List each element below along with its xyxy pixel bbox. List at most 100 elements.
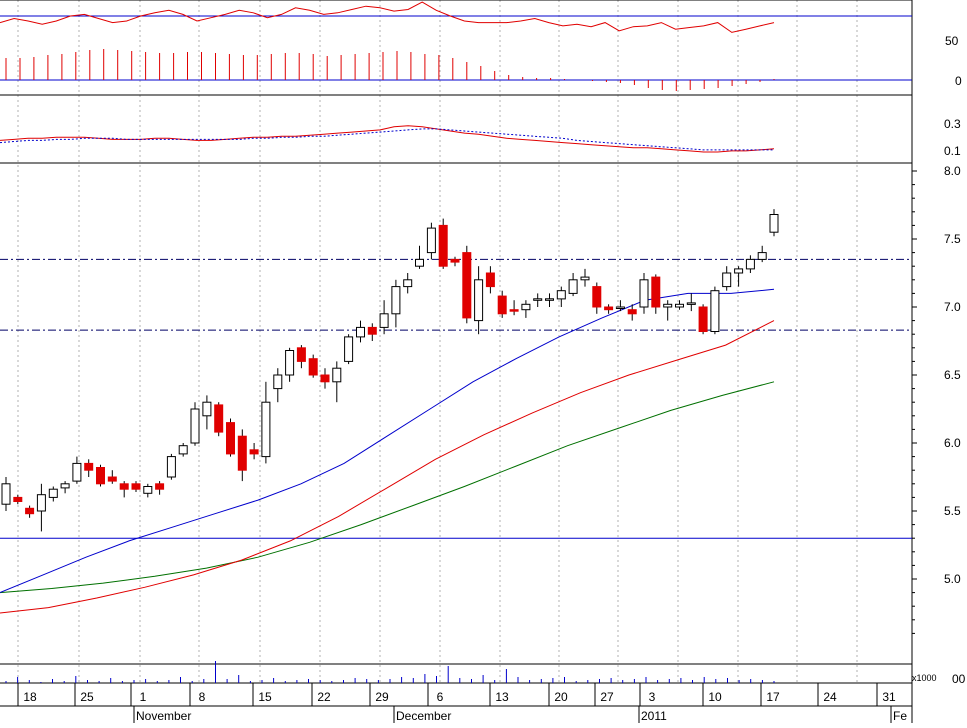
macd-tick-label: 0.3 (944, 117, 961, 131)
candle-body (627, 309, 637, 315)
candle-body (450, 258, 460, 263)
price-tick-label: 7.0 (944, 300, 961, 314)
volume-unit-label: x1000 (912, 673, 937, 683)
candle-body (155, 483, 165, 490)
x-axis-day-label: 18 (23, 690, 37, 704)
x-axis-day-label: 1 (140, 690, 147, 704)
price-tick-label: 5.0 (944, 572, 961, 586)
chart-background (0, 0, 967, 723)
candle-body (722, 272, 732, 288)
candle-body (568, 279, 578, 294)
candle-body (485, 272, 495, 288)
x-axis-day-label: 17 (766, 690, 780, 704)
volume-tick-label: 00 (952, 672, 966, 686)
candle-body (166, 456, 176, 478)
stock-chart: 5000.30.18.07.57.06.56.05.55.0x1000 0018 2… (0, 0, 967, 723)
candle-body (769, 214, 779, 233)
candle-body (84, 462, 94, 471)
candle-body (249, 449, 259, 455)
candle-body (403, 279, 413, 288)
candle-body (533, 298, 543, 301)
candle-body (497, 295, 507, 315)
x-axis-month-label: December (396, 709, 451, 723)
candle-body (615, 306, 625, 309)
candle-body (592, 286, 602, 308)
candle-body (639, 279, 649, 308)
candle-body (745, 258, 755, 270)
candle-body (119, 483, 129, 490)
candle-body (698, 306, 708, 332)
candle-body (426, 227, 436, 254)
oscillator-tick-label: 0 (955, 74, 962, 88)
candle-body (438, 224, 448, 267)
price-tick-label: 6.0 (944, 436, 961, 450)
candle-body (651, 276, 661, 308)
candle-body (663, 303, 673, 308)
candle-body (462, 252, 472, 319)
candle-body (60, 483, 70, 489)
candle-body (320, 374, 330, 383)
candle-body (190, 408, 200, 444)
x-axis-month-label: Fe (893, 709, 907, 723)
candle-body (710, 290, 720, 333)
candle-body (261, 401, 271, 458)
x-axis-day-label: 10 (708, 690, 722, 704)
chart-stage: 50 0 0.3 0.1 8.0 7.5 7.0 6.5 6.0 5.5 5.0 x1000 00 18 2… (0, 0, 967, 723)
candle-body (202, 401, 212, 417)
price-tick-label: 6.5 (944, 368, 961, 382)
candle-body (25, 507, 35, 515)
candle-body (308, 358, 318, 376)
candle-body (415, 258, 424, 267)
candle-body (36, 494, 46, 512)
candle-body (107, 476, 117, 482)
x-axis-day-label: 15 (258, 690, 272, 704)
candle-body (734, 268, 744, 274)
candle-body (178, 445, 188, 455)
candle-body (545, 298, 554, 301)
candle-body (556, 290, 566, 300)
candle-body (521, 303, 531, 311)
candle-body (580, 276, 590, 281)
x-axis-day-label: 25 (80, 690, 94, 704)
candle-body (13, 496, 23, 502)
x-axis-day-label: 13 (495, 690, 509, 704)
candle-body (686, 302, 696, 305)
x-axis-month-label: November (136, 709, 191, 723)
price-tick-label: 7.5 (944, 232, 961, 246)
candle-body (367, 326, 377, 335)
candle-body (356, 326, 365, 338)
candle-body (474, 279, 484, 322)
candle-body (344, 336, 354, 362)
candle-body (509, 309, 519, 312)
x-axis-day-label: 6 (437, 690, 444, 704)
oscillator-tick-label: 50 (945, 34, 959, 48)
x-axis-day-label: 22 (317, 690, 331, 704)
candle-body (237, 435, 247, 471)
x-axis-day-label: 31 (882, 690, 896, 704)
x-axis-day-label: 29 (375, 690, 389, 704)
macd-tick-label: 0.1 (944, 144, 961, 158)
candle-body (226, 422, 235, 455)
candle-body (332, 367, 342, 383)
candle-body (379, 313, 389, 328)
candle-body (72, 462, 82, 482)
price-tick-label: 5.5 (944, 504, 961, 518)
candle-body (1, 483, 11, 505)
candle-body (296, 347, 306, 362)
x-axis-month-label: 2011 (641, 709, 667, 723)
candle-body (273, 374, 283, 390)
x-axis-day-label: 8 (199, 690, 206, 704)
candle-body (214, 404, 224, 433)
candle-body (143, 486, 153, 494)
candle-body (48, 488, 58, 498)
candle-body (604, 306, 614, 311)
x-axis-day-label: 24 (823, 690, 837, 704)
price-tick-label: 8.0 (944, 164, 961, 178)
x-axis-day-label: 20 (554, 690, 568, 704)
candle-body (675, 303, 684, 308)
x-axis-day-label: 27 (600, 690, 614, 704)
candle-body (285, 350, 295, 376)
candle-body (391, 286, 401, 315)
candle-body (131, 483, 141, 490)
x-axis-day-label: 3 (649, 690, 656, 704)
